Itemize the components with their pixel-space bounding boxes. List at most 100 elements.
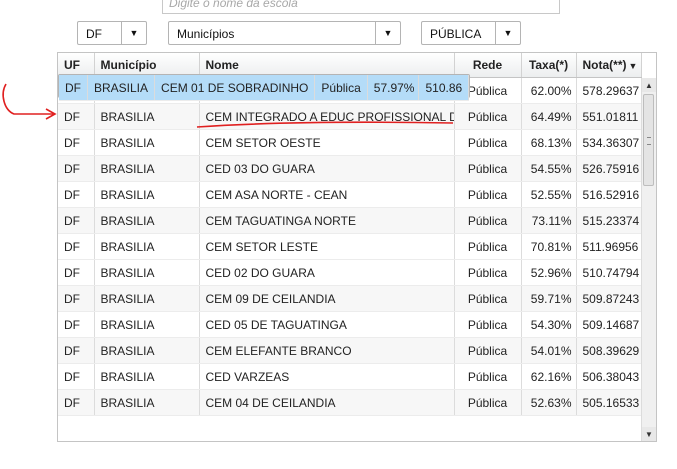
cell-rede: Pública	[454, 285, 522, 312]
uf-select-value: DF	[86, 27, 102, 41]
table-row[interactable]: DF BRASILIA CED 02 DO GUARA Pública 52.96% 51…	[58, 260, 642, 286]
column-header-nota[interactable]: Nota(**) ▼	[576, 53, 642, 78]
cell-uf: DF	[58, 363, 95, 390]
cell-nota: 551.01811	[576, 103, 642, 130]
cell-nome: CED 03 DO GUARA	[199, 155, 455, 182]
cell-taxa: 54.30%	[521, 311, 577, 338]
cell-uf: DF	[58, 155, 95, 182]
cell-rede: Pública	[454, 181, 522, 208]
table-row[interactable]: DF BRASILIA CEM 09 DE CEILANDIA Pública 59.7…	[58, 285, 642, 312]
rede-select[interactable]: PÚBLICA ▼	[421, 21, 521, 45]
cell-taxa: 57.97%	[367, 75, 420, 101]
scrollbar-thumb[interactable]	[643, 94, 654, 186]
table-row[interactable]: DF BRASILIA CEM SETOR OESTE Pública 68.13% 53…	[58, 129, 642, 156]
red-arrow-annotation	[2, 83, 57, 120]
chevron-down-icon: ▼	[503, 28, 513, 38]
column-header-taxa[interactable]: Taxa(*)	[521, 53, 577, 78]
cell-taxa: 54.01%	[521, 337, 577, 364]
cell-nota: 534.36307	[576, 129, 642, 156]
table-row[interactable]: DF BRASILIA CED 05 DE TAGUATINGA Pública 54.…	[58, 311, 642, 338]
cell-nota: 505.16533	[576, 389, 642, 416]
cell-rede: Pública	[454, 233, 522, 260]
municipio-select-value: Municípios	[177, 27, 235, 41]
sort-desc-icon: ▼	[628, 61, 638, 71]
cell-rede: Pública	[454, 260, 522, 286]
cell-taxa: 68.13%	[521, 129, 577, 156]
cell-taxa: 73.11%	[521, 207, 577, 234]
rede-select-dropdown-button[interactable]: ▼	[495, 22, 520, 44]
cell-nota: 510.86	[418, 75, 470, 101]
cell-nome: CEM 04 DE CEILANDIA	[199, 389, 455, 416]
cell-taxa: 52.63%	[521, 389, 577, 416]
scroll-up-icon[interactable]: ▲	[642, 78, 656, 92]
rede-select-value: PÚBLICA	[430, 27, 482, 41]
cell-nota: 509.14687	[576, 311, 642, 338]
cell-nota: 526.75916	[576, 155, 642, 182]
municipio-select-dropdown-button[interactable]: ▼	[375, 22, 400, 44]
table-row[interactable]: DF BRASILIA CEM 04 DE CEILANDIA Pública 52.6…	[58, 389, 642, 416]
cell-rede: Pública	[454, 389, 522, 416]
table-row[interactable]: DF BRASILIA CED VARZEAS Pública 62.16% 506.38…	[58, 363, 642, 390]
cell-taxa: 62.16%	[521, 363, 577, 390]
cell-uf: DF	[58, 311, 95, 338]
cell-municipio: BRASILIA	[94, 285, 200, 312]
cell-uf: DF	[58, 207, 95, 234]
cell-rede: Pública	[454, 207, 522, 234]
cell-nota: 515.23374	[576, 207, 642, 234]
chevron-down-icon: ▼	[129, 28, 139, 38]
cell-rede: Pública	[454, 363, 522, 390]
cell-uf: DF	[58, 103, 95, 130]
cell-municipio: BRASILIA	[94, 363, 200, 390]
cell-nota: 510.74794	[576, 260, 642, 286]
cell-municipio: BRASILIA	[94, 260, 200, 286]
uf-select-dropdown-button[interactable]: ▼	[121, 22, 146, 44]
cell-taxa: 59.71%	[521, 285, 577, 312]
red-underline-annotation	[196, 121, 454, 128]
cell-nome: CED 05 DE TAGUATINGA	[199, 311, 455, 338]
cell-nota: 516.52916	[576, 181, 642, 208]
table-row-selected[interactable]: DF BRASILIA CEM 01 DE SOBRADINHO Pública 57.…	[58, 74, 471, 101]
cell-uf: DF	[58, 181, 95, 208]
chevron-down-icon: ▼	[383, 28, 393, 38]
cell-municipio: BRASILIA	[94, 181, 200, 208]
municipio-select[interactable]: Municípios ▼	[168, 21, 401, 45]
cell-taxa: 64.49%	[521, 103, 577, 130]
cell-taxa: 52.55%	[521, 181, 577, 208]
table-row[interactable]: DF BRASILIA CEM TAGUATINGA NORTE Pública 73.…	[58, 207, 642, 234]
cell-nome: CEM 09 DE CEILANDIA	[199, 285, 455, 312]
cell-taxa: 54.55%	[521, 155, 577, 182]
cell-municipio: BRASILIA	[94, 337, 200, 364]
cell-uf: DF	[58, 337, 95, 364]
cell-nota: 509.87243	[576, 285, 642, 312]
school-search-input[interactable]	[163, 0, 559, 13]
cell-municipio: BRASILIA	[94, 103, 200, 130]
cell-nota: 511.96956	[576, 233, 642, 260]
cell-nota: 578.29637	[576, 77, 642, 104]
cell-nome: CEM 01 DE SOBRADINHO	[154, 75, 316, 101]
table-row[interactable]: DF BRASILIA CED 03 DO GUARA Pública 54.55% 52…	[58, 155, 642, 182]
cell-nome: CEM TAGUATINGA NORTE	[199, 207, 455, 234]
cell-taxa: 62.00%	[521, 77, 577, 104]
cell-uf: DF	[58, 260, 95, 286]
cell-nota: 506.38043	[576, 363, 642, 390]
cell-nome: CEM SETOR LESTE	[199, 233, 455, 260]
table-row[interactable]: DF BRASILIA CEM ASA NORTE - CEAN Pública 52.…	[58, 181, 642, 208]
table-row[interactable]: DF BRASILIA CEM SETOR LESTE Pública 70.81% 51…	[58, 233, 642, 260]
cell-rede: Pública	[454, 337, 522, 364]
scroll-down-icon[interactable]: ▼	[642, 427, 656, 441]
cell-nome: CEM SETOR OESTE	[199, 129, 455, 156]
cell-uf: DF	[58, 129, 95, 156]
uf-select[interactable]: DF ▼	[77, 21, 147, 45]
vertical-scrollbar[interactable]: ▲ ▼	[641, 78, 656, 441]
cell-nome: CED VARZEAS	[199, 363, 455, 390]
school-search-field[interactable]	[162, 0, 560, 14]
schools-grid: UF Município Nome Rede Taxa(*) Nota(**) ▼…	[57, 52, 657, 442]
cell-rede: Pública	[454, 103, 522, 130]
cell-nome: CED 02 DO GUARA	[199, 260, 455, 286]
cell-rede: Pública	[454, 155, 522, 182]
table-row[interactable]: DF BRASILIA CEM ELEFANTE BRANCO Pública 54.0…	[58, 337, 642, 364]
cell-nome: CEM ELEFANTE BRANCO	[199, 337, 455, 364]
cell-municipio: BRASILIA	[94, 233, 200, 260]
cell-municipio: BRASILIA	[94, 129, 200, 156]
cell-rede: Pública	[454, 129, 522, 156]
